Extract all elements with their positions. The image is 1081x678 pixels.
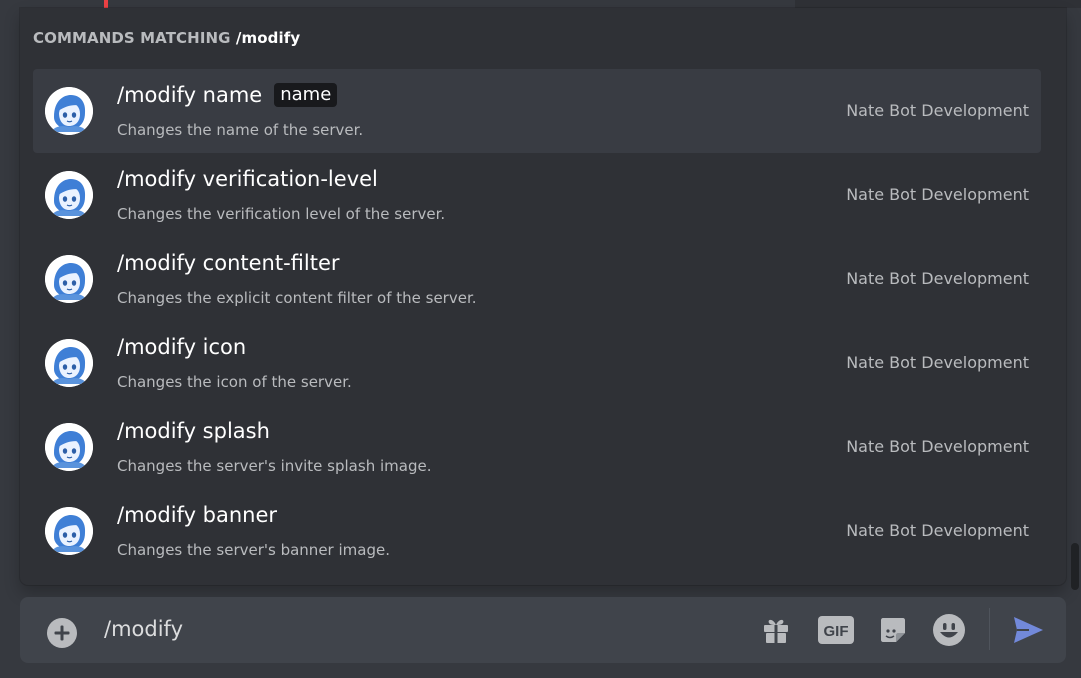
header-prefix: COMMANDS MATCHING <box>33 29 231 47</box>
top-right-panel-edge <box>795 0 1081 8</box>
bot-avatar <box>45 87 93 135</box>
command-row[interactable]: /modify icon Changes the icon of the ser… <box>33 321 1041 405</box>
command-name: /modify name <box>117 83 263 107</box>
command-param-pill: name <box>274 83 338 107</box>
command-name: /modify icon <box>117 335 247 359</box>
command-name: /modify verification-level <box>117 167 378 191</box>
command-description: Changes the explicit content filter of t… <box>117 289 477 307</box>
gif-icon[interactable]: GIF <box>816 610 856 650</box>
command-source: Nate Bot Development <box>846 521 1029 540</box>
command-name: /modify content-filter <box>117 251 340 275</box>
command-description: Changes the server's invite splash image… <box>117 457 432 475</box>
gift-icon[interactable] <box>756 610 796 650</box>
send-icon[interactable] <box>1008 610 1048 650</box>
command-row[interactable]: /modify content-filter Changes the expli… <box>33 237 1041 321</box>
command-source: Nate Bot Development <box>846 353 1029 372</box>
gif-label: GIF <box>824 623 849 640</box>
command-source: Nate Bot Development <box>846 269 1029 288</box>
command-description: Changes the server's banner image. <box>117 541 390 559</box>
command-source: Nate Bot Development <box>846 101 1029 120</box>
message-input[interactable]: /modify <box>104 617 183 641</box>
command-autocomplete-popup: COMMANDS MATCHING /modify /modify name n… <box>20 8 1066 585</box>
composer-divider <box>989 608 990 650</box>
scrollbar-thumb[interactable] <box>1071 543 1079 590</box>
sticker-icon[interactable] <box>873 610 913 650</box>
autocomplete-header: COMMANDS MATCHING /modify <box>33 29 300 47</box>
command-row[interactable]: /modify name name Changes the name of th… <box>33 69 1041 153</box>
command-row[interactable]: /modify banner Changes the server's bann… <box>33 489 1041 573</box>
bot-avatar <box>45 507 93 555</box>
command-row[interactable]: /modify splash Changes the server's invi… <box>33 405 1041 489</box>
header-query: /modify <box>235 29 301 47</box>
command-source: Nate Bot Development <box>846 437 1029 456</box>
command-description: Changes the verification level of the se… <box>117 205 446 223</box>
command-source: Nate Bot Development <box>846 185 1029 204</box>
new-messages-marker <box>104 0 108 8</box>
bot-avatar <box>45 171 93 219</box>
bot-avatar <box>45 255 93 303</box>
message-composer: /modify GIF <box>20 597 1066 663</box>
command-name-wrap: /modify name name <box>117 83 338 107</box>
command-row[interactable]: /modify verification-level Changes the v… <box>33 153 1041 237</box>
command-name: /modify banner <box>117 503 278 527</box>
command-description: Changes the name of the server. <box>117 121 364 139</box>
plus-circle-icon[interactable] <box>47 618 77 648</box>
command-name: /modify splash <box>117 419 270 443</box>
emoji-icon[interactable] <box>929 610 969 650</box>
bot-avatar <box>45 339 93 387</box>
command-description: Changes the icon of the server. <box>117 373 352 391</box>
bot-avatar <box>45 423 93 471</box>
